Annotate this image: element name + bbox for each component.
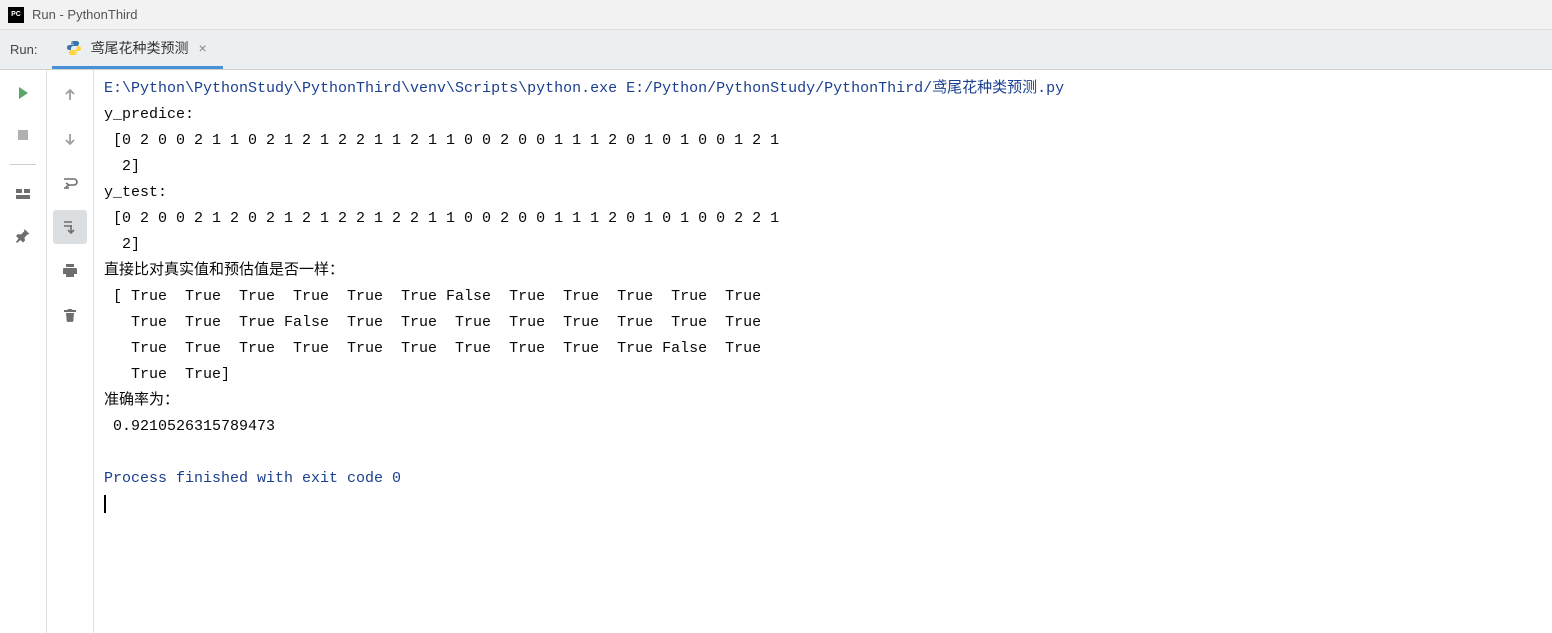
pin-button[interactable]	[8, 221, 38, 251]
scroll-to-end-button[interactable]	[53, 210, 87, 244]
pycharm-app-icon: PC	[8, 7, 24, 23]
run-header-bar: Run: 鸢尾花种类预测 ×	[0, 30, 1552, 70]
command-line: E:\Python\PythonStudy\PythonThird\venv\S…	[104, 80, 1064, 97]
run-toolbar-left	[0, 70, 47, 633]
accuracy-label: 准确率为：	[104, 392, 179, 409]
clear-all-button[interactable]	[53, 298, 87, 332]
toolbar-divider	[10, 164, 36, 165]
print-button[interactable]	[53, 254, 87, 288]
rerun-button[interactable]	[8, 78, 38, 108]
process-exit-line: Process finished with exit code 0	[104, 470, 401, 487]
tab-label: 鸢尾花种类预测	[90, 38, 188, 58]
window-title-bar: PC Run - PythonThird	[0, 0, 1552, 30]
ypred-label: y_predice:	[104, 106, 194, 123]
stop-button[interactable]	[8, 120, 38, 150]
compare-row: True True True False True True True True…	[104, 314, 761, 331]
run-toolbar-secondary	[47, 70, 94, 633]
python-file-icon	[66, 40, 82, 56]
down-button[interactable]	[53, 122, 87, 156]
soft-wrap-button[interactable]	[53, 166, 87, 200]
ytest-row: [0 2 0 0 2 1 2 0 2 1 2 1 2 2 1 2 2 1 1 0…	[104, 210, 779, 227]
window-title: Run - PythonThird	[32, 7, 138, 22]
accuracy-value: 0.9210526315789473	[104, 418, 275, 435]
layout-button[interactable]	[8, 179, 38, 209]
ytest-row: 2]	[104, 236, 140, 253]
ypred-row: 2]	[104, 158, 140, 175]
close-tab-icon[interactable]: ×	[196, 40, 208, 56]
compare-row: [ True True True True True True False Tr…	[104, 288, 761, 305]
ypred-row: [0 2 0 0 2 1 1 0 2 1 2 1 2 2 1 1 2 1 1 0…	[104, 132, 779, 149]
run-tab-active[interactable]: 鸢尾花种类预测 ×	[52, 30, 222, 69]
ytest-label: y_test:	[104, 184, 167, 201]
console-output[interactable]: E:\Python\PythonStudy\PythonThird\venv\S…	[94, 70, 1552, 633]
run-panel-label: Run:	[0, 30, 52, 69]
compare-row: True True True True True True True True …	[104, 340, 761, 357]
run-body: E:\Python\PythonStudy\PythonThird\venv\S…	[0, 70, 1552, 633]
compare-label: 直接比对真实值和预估值是否一样：	[104, 262, 344, 279]
cursor-caret	[104, 495, 106, 513]
compare-row: True True]	[104, 366, 230, 383]
up-button[interactable]	[53, 78, 87, 112]
